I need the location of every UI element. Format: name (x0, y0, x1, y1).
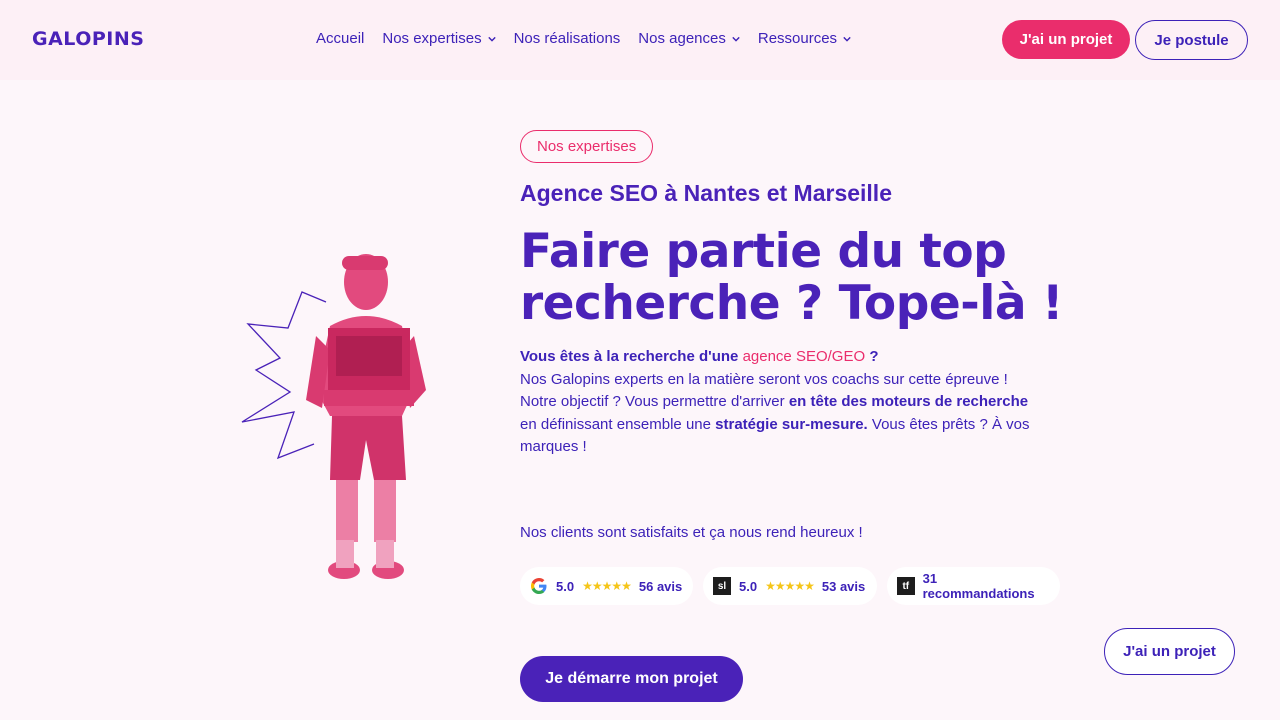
boy-with-laptop-illustration (241, 254, 426, 579)
seo-geo-link[interactable]: agence SEO/GEO (743, 348, 866, 365)
google-review-badge[interactable]: 5.0 ★★★★★ 56 avis (520, 567, 693, 605)
para-bold-search: en tête des moteurs de recherche (788, 393, 1029, 410)
techbehemoths-icon: tf (897, 577, 915, 595)
nav-item-label: Accueil (316, 30, 365, 47)
headline-line-2: recherche ? Tope-là ! (520, 276, 1063, 331)
sortlist-icon: sl (713, 577, 731, 595)
google-rating: 5.0 (556, 578, 575, 594)
nav-item-expertises[interactable]: Nos expertises (382, 30, 496, 47)
chevron-down-icon (843, 36, 851, 42)
techbehemoths-review-badge[interactable]: tf 31 recommandations (887, 567, 1060, 605)
intro-bold-text: Vous êtes à la recherche d'une (520, 348, 739, 365)
page-title: Faire partie du top recherche ? Tope-là … (520, 226, 1080, 330)
hero-paragraph: Vous êtes à la recherche d'une agence SE… (520, 346, 1040, 459)
sortlist-review-badge[interactable]: sl 5.0 ★★★★★ 53 avis (703, 567, 877, 605)
nav-item-label: Nos expertises (382, 30, 482, 47)
sortlist-rating: 5.0 (739, 578, 758, 594)
nav-item-label: Nos réalisations (513, 30, 621, 47)
nav-item-accueil[interactable]: Accueil (316, 30, 364, 47)
nav-item-label: Ressources (757, 30, 838, 47)
start-project-button[interactable]: Je démarre mon projet (520, 656, 743, 702)
google-stars: ★★★★★ (582, 579, 632, 593)
nav-item-realisations[interactable]: Nos réalisations (514, 30, 621, 47)
floating-project-button[interactable]: J'ai un projet (1104, 628, 1235, 675)
page-subtitle: Agence SEO à Nantes et Marseille (520, 180, 892, 206)
main-nav: Accueil Nos expertises Nos réalisations … (316, 30, 851, 47)
chevron-down-icon (732, 36, 740, 42)
nav-item-agences[interactable]: Nos agences (638, 30, 740, 47)
para-line-3-mid: en définissant ensemble une (520, 415, 711, 433)
chevron-down-icon (487, 36, 496, 42)
intro-question-mark: ? (869, 348, 879, 365)
sortlist-stars: ★★★★★ (765, 579, 815, 593)
nav-item-label: Nos agences (638, 30, 726, 47)
site-header: GALOPINS Accueil Nos expertises Nos réal… (0, 0, 1280, 80)
expertise-badge[interactable]: Nos expertises (520, 130, 654, 163)
headline-line-1: Faire partie du top (520, 224, 1007, 279)
header-project-button[interactable]: J'ai un projet (1002, 20, 1130, 59)
sortlist-review-count: 53 avis (821, 578, 866, 594)
nav-item-ressources[interactable]: Ressources (758, 30, 851, 47)
techbehemoths-recommendations: 31 recommandations (922, 571, 1035, 601)
para-bold-strategy: stratégie sur-mesure. (715, 415, 868, 433)
google-icon (530, 577, 548, 595)
para-line-3-start: Notre objectif ? Vous permettre d'arrive… (520, 393, 785, 410)
galopins-logo[interactable]: GALOPINS (32, 28, 144, 50)
para-line-2: Nos Galopins experts en la matière seron… (520, 370, 1008, 388)
google-review-count: 56 avis (638, 578, 683, 594)
header-apply-button[interactable]: Je postule (1135, 20, 1248, 60)
satisfied-text: Nos clients sont satisfaits et ça nous r… (520, 524, 863, 541)
